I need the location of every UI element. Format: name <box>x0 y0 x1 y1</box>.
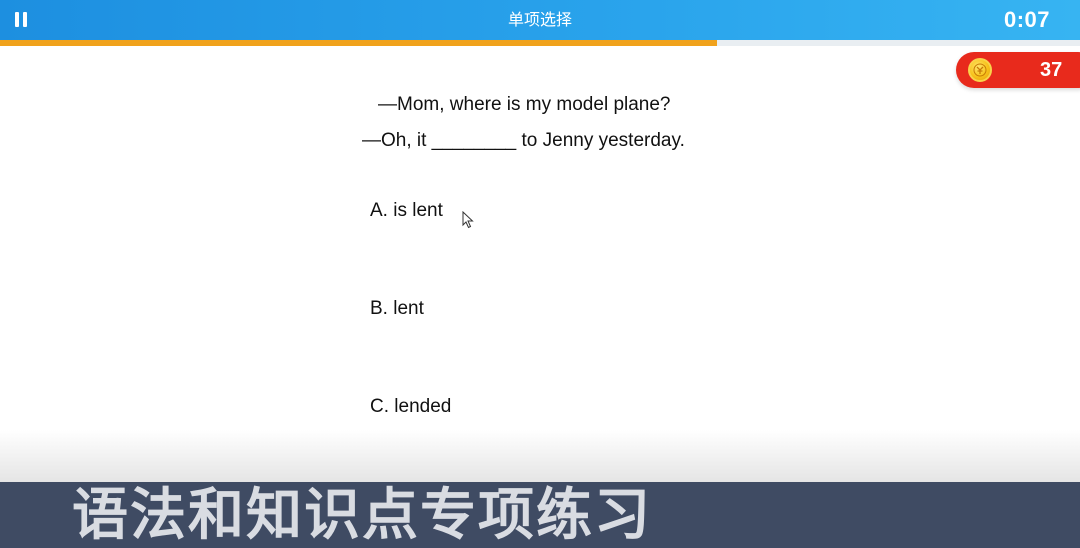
score-value: 37 <box>1040 59 1063 81</box>
option-b[interactable]: B. lent <box>370 298 424 320</box>
mouse-cursor-icon <box>462 211 474 229</box>
coin-icon <box>968 58 992 82</box>
progress-fill <box>0 40 718 46</box>
option-a[interactable]: A. is lent <box>370 200 443 222</box>
quiz-screen: 单项选择 0:07 37 —Mom, where is my model pla… <box>0 0 1080 548</box>
progress-bar <box>0 40 1080 46</box>
top-bar: 单项选择 0:07 <box>0 0 1080 40</box>
caption-banner: 语法和知识点专项练习 <box>0 482 1080 548</box>
banner-caption: 语法和知识点专项练习 <box>72 483 652 548</box>
score-badge: 37 <box>956 52 1080 88</box>
bottom-fade <box>0 430 1080 482</box>
question-line-2: —Oh, it ________ to Jenny yesterday. <box>362 130 685 151</box>
option-c[interactable]: C. lended <box>370 396 451 418</box>
countdown-timer: 0:07 <box>1003 7 1050 32</box>
question-line-1: —Mom, where is my model plane? <box>378 94 671 115</box>
screen-title: 单项选择 <box>507 10 572 29</box>
